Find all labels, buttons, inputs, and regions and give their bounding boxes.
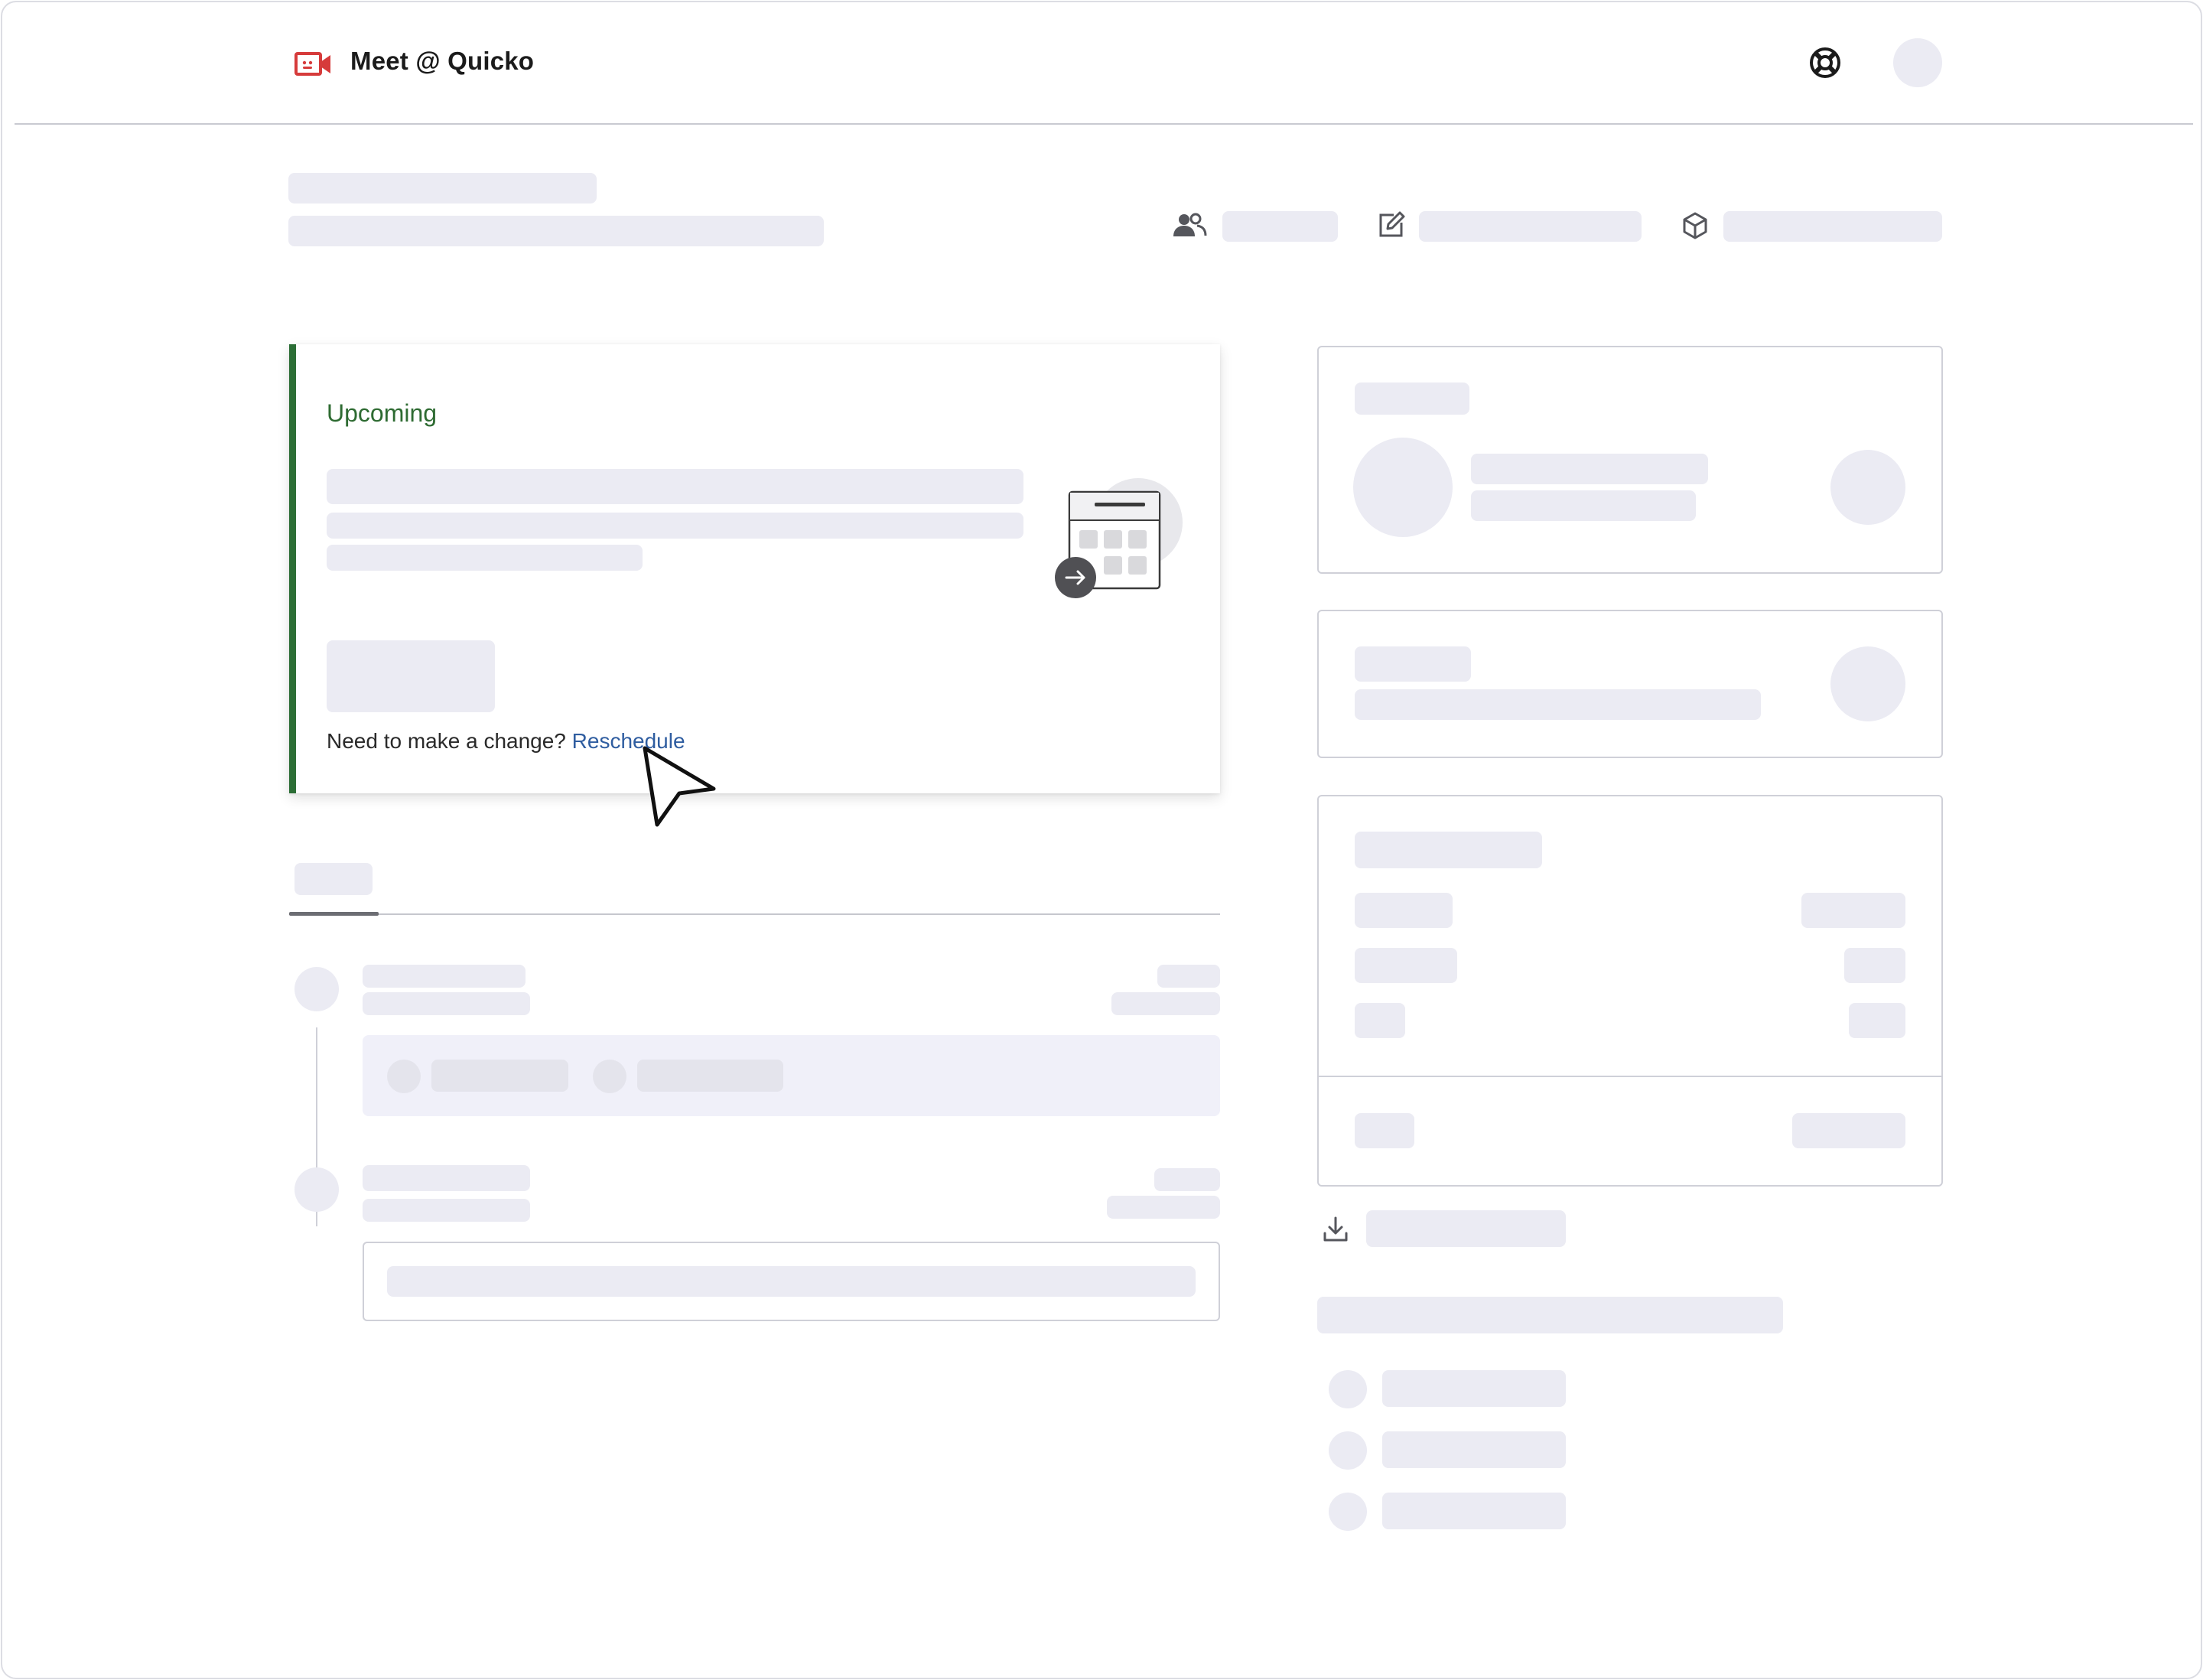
- related-section-title-skeleton: [1317, 1297, 1783, 1333]
- active-tab-indicator: [289, 912, 379, 916]
- app-title[interactable]: Meet @ Quicko: [350, 47, 534, 76]
- brand-logo-icon[interactable]: [294, 50, 334, 78]
- timeline-name-skeleton: [363, 965, 526, 988]
- timeline-date-skeleton: [1107, 1196, 1220, 1219]
- avatar[interactable]: [1893, 38, 1942, 87]
- timeline-avatar: [294, 967, 339, 1011]
- product-skeleton: [1723, 211, 1942, 242]
- summary-total-label-skeleton: [1355, 1113, 1414, 1148]
- related-item-skeleton[interactable]: [1382, 1493, 1566, 1529]
- summary-divider: [1319, 1076, 1941, 1077]
- meeting-detail-skeleton: [327, 545, 643, 571]
- download-icon[interactable]: [1321, 1215, 1350, 1244]
- calendar-illustration: [1053, 477, 1190, 603]
- summary-label-skeleton: [1355, 1003, 1405, 1038]
- timeline-subtitle-skeleton: [363, 1199, 530, 1222]
- header-divider: [15, 123, 2193, 125]
- meeting-title-skeleton: [327, 469, 1023, 504]
- participants-skeleton: [1222, 211, 1338, 242]
- related-item-skeleton[interactable]: [1382, 1370, 1566, 1407]
- related-item-skeleton[interactable]: [1382, 1431, 1566, 1468]
- app-window: Meet @ Quicko Upcoming Need to make a ch…: [1, 1, 2202, 1679]
- tab-skeleton[interactable]: [294, 863, 373, 895]
- host-name-skeleton: [1471, 454, 1708, 484]
- summary-total-value-skeleton: [1792, 1113, 1905, 1148]
- cube-icon: [1681, 211, 1709, 240]
- mouse-cursor-icon: [630, 737, 721, 836]
- host-card-title-skeleton: [1355, 383, 1469, 415]
- related-item-icon: [1329, 1370, 1367, 1408]
- host-avatar-skeleton: [1353, 438, 1453, 537]
- timeline-time-skeleton: [1157, 965, 1220, 988]
- timeline-avatar: [294, 1167, 339, 1212]
- meeting-detail-skeleton: [327, 513, 1023, 539]
- timeline-note-skeleton: [387, 1266, 1196, 1297]
- info-card-title-skeleton: [1355, 646, 1471, 682]
- tabs-divider: [289, 913, 1220, 915]
- info-card-action-skeleton[interactable]: [1830, 646, 1905, 721]
- attachment-icon-skeleton: [593, 1060, 626, 1093]
- timeline-name-skeleton: [363, 1165, 530, 1191]
- summary-label-skeleton: [1355, 948, 1457, 983]
- edit-detail-skeleton: [1419, 211, 1642, 242]
- page-title-skeleton: [288, 173, 597, 203]
- related-item-icon: [1329, 1431, 1367, 1470]
- lifebuoy-icon[interactable]: [1809, 47, 1841, 79]
- download-link-skeleton[interactable]: [1366, 1210, 1566, 1247]
- join-button-skeleton[interactable]: [327, 640, 495, 712]
- info-card-detail-skeleton: [1355, 689, 1761, 720]
- summary-title-skeleton: [1355, 832, 1542, 868]
- host-action-skeleton[interactable]: [1830, 450, 1905, 525]
- attachment-name-skeleton[interactable]: [637, 1060, 783, 1092]
- summary-label-skeleton: [1355, 893, 1453, 928]
- timeline-subtitle-skeleton: [363, 992, 530, 1015]
- attachment-icon-skeleton: [387, 1060, 421, 1093]
- people-icon: [1171, 212, 1208, 238]
- meeting-status: Upcoming: [327, 399, 438, 427]
- edit-icon[interactable]: [1377, 210, 1406, 239]
- timeline-time-skeleton: [1154, 1168, 1220, 1191]
- timeline-date-skeleton: [1111, 992, 1220, 1015]
- summary-value-skeleton: [1844, 948, 1905, 983]
- attachment-name-skeleton[interactable]: [431, 1060, 568, 1092]
- card-accent-bar: [289, 344, 296, 793]
- summary-value-skeleton: [1801, 893, 1905, 928]
- summary-value-skeleton: [1849, 1003, 1905, 1038]
- upcoming-meeting-card: Upcoming Need to make a change? Reschedu…: [289, 344, 1220, 793]
- page-subtitle-skeleton: [288, 216, 824, 246]
- related-item-icon: [1329, 1493, 1367, 1531]
- change-prompt-text: Need to make a change?: [327, 729, 566, 753]
- host-role-skeleton: [1471, 490, 1696, 521]
